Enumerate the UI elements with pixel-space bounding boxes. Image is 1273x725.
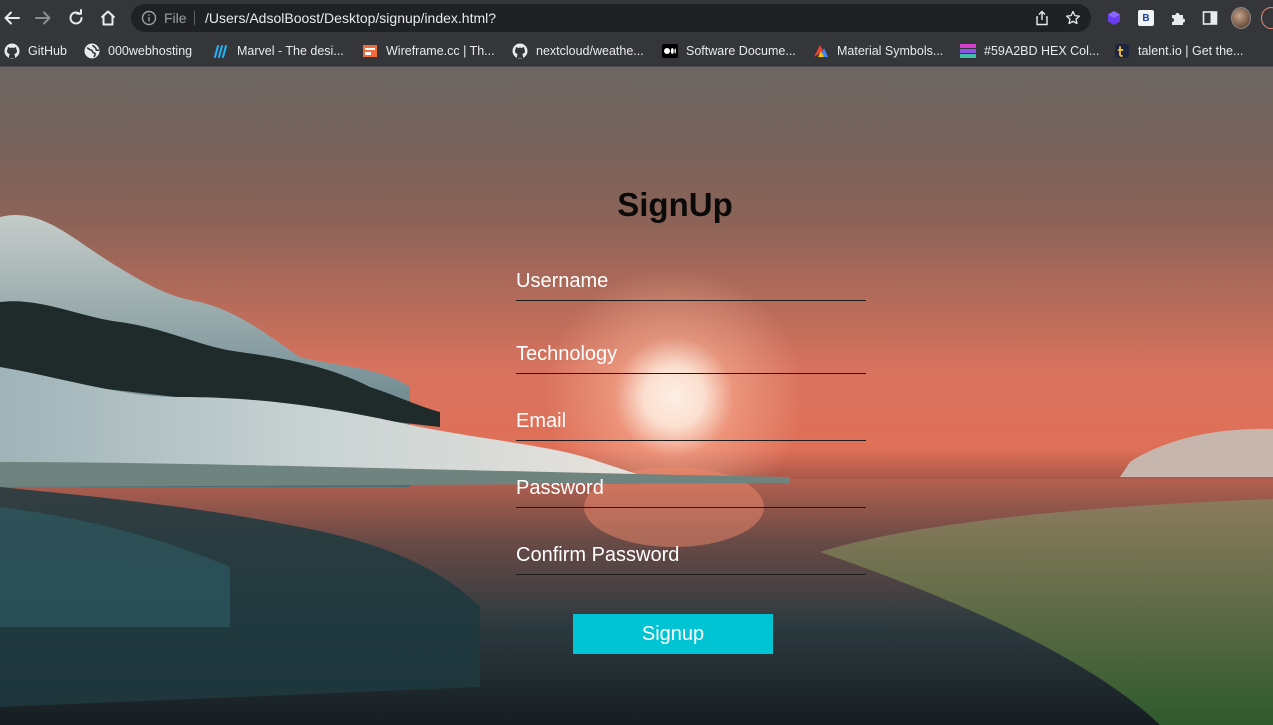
side-panel-icon[interactable]	[1200, 8, 1220, 28]
signup-button[interactable]: Signup	[573, 614, 773, 654]
bookmark-software-docs[interactable]: Software Docume...	[662, 42, 796, 60]
globe-icon	[84, 43, 100, 59]
address-bar[interactable]: File /Users/AdsolBoost/Desktop/signup/in…	[131, 4, 1091, 32]
technology-input[interactable]	[516, 336, 866, 373]
back-button[interactable]	[0, 6, 24, 30]
reload-button[interactable]	[64, 6, 88, 30]
extension-cube-icon[interactable]	[1104, 8, 1124, 28]
browser-toolbar: File /Users/AdsolBoost/Desktop/signup/in…	[0, 0, 1273, 36]
bookmark-hex-color[interactable]: #59A2BD HEX Col...	[960, 42, 1099, 60]
email-field-wrapper	[516, 403, 866, 441]
puzzle-icon[interactable]	[1168, 8, 1188, 28]
password-field-wrapper	[516, 470, 866, 508]
reload-icon	[69, 9, 83, 25]
bookmark-label: #59A2BD HEX Col...	[984, 44, 1100, 58]
forward-button[interactable]	[31, 6, 55, 30]
username-field-wrapper	[516, 263, 866, 301]
medium-icon	[662, 43, 678, 59]
bookmark-wireframe[interactable]: Wireframe.cc | Th...	[362, 42, 495, 60]
extension-badge-label: B	[1138, 10, 1154, 26]
bookmark-marvel[interactable]: Marvel - The desi...	[213, 42, 344, 60]
home-button[interactable]	[96, 6, 120, 30]
bookmark-label: Software Docume...	[686, 44, 796, 58]
share-icon[interactable]	[1034, 10, 1050, 26]
bookmark-github[interactable]: GitHub	[4, 42, 67, 60]
signup-form: SignUp Signup	[516, 67, 866, 725]
home-icon	[100, 10, 116, 26]
bookmark-label: 000webhosting	[108, 44, 193, 58]
email-input[interactable]	[516, 403, 866, 440]
arrow-left-icon	[4, 11, 20, 25]
menu-indicator[interactable]	[1261, 7, 1273, 29]
github-icon	[512, 43, 528, 59]
bookmark-talent[interactable]: talent.io | Get the...	[1114, 42, 1243, 60]
username-input[interactable]	[516, 263, 866, 300]
info-icon[interactable]	[141, 10, 157, 29]
page-viewport: SignUp Signup	[0, 67, 1273, 725]
bookmark-000webhosting[interactable]: 000webhosting	[84, 42, 192, 60]
talent-icon	[1114, 43, 1130, 59]
profile-avatar[interactable]	[1231, 7, 1251, 29]
bookmark-label: Marvel - The desi...	[237, 44, 344, 58]
marvel-icon	[213, 43, 229, 59]
extension-badge-icon[interactable]: B	[1136, 8, 1156, 28]
bookmark-label: GitHub	[28, 44, 67, 58]
bookmark-label: nextcloud/weathe...	[536, 44, 644, 58]
confirm-password-field-wrapper	[516, 537, 866, 575]
password-input[interactable]	[516, 470, 866, 507]
url-scheme: File	[164, 10, 187, 26]
bookmark-label: talent.io | Get the...	[1138, 44, 1244, 58]
confirm-password-input[interactable]	[516, 537, 866, 574]
url-text[interactable]: /Users/AdsolBoost/Desktop/signup/index.h…	[205, 10, 496, 26]
arrow-right-icon	[35, 11, 51, 25]
bookmark-nextcloud[interactable]: nextcloud/weathe...	[512, 42, 644, 60]
color-hex-icon	[960, 43, 976, 59]
star-icon[interactable]	[1065, 10, 1081, 26]
github-icon	[4, 43, 20, 59]
bookmark-label: Wireframe.cc | Th...	[386, 44, 495, 58]
bookmarks-bar: GitHub 000webhosting Marvel - The desi..…	[0, 36, 1273, 67]
url-separator	[194, 11, 195, 25]
bookmark-material-symbols[interactable]: Material Symbols...	[813, 42, 943, 60]
bookmark-label: Material Symbols...	[837, 44, 944, 58]
technology-field-wrapper	[516, 336, 866, 374]
material-icon	[813, 43, 829, 59]
wireframe-icon	[362, 43, 378, 59]
page-title: SignUp	[617, 186, 733, 223]
